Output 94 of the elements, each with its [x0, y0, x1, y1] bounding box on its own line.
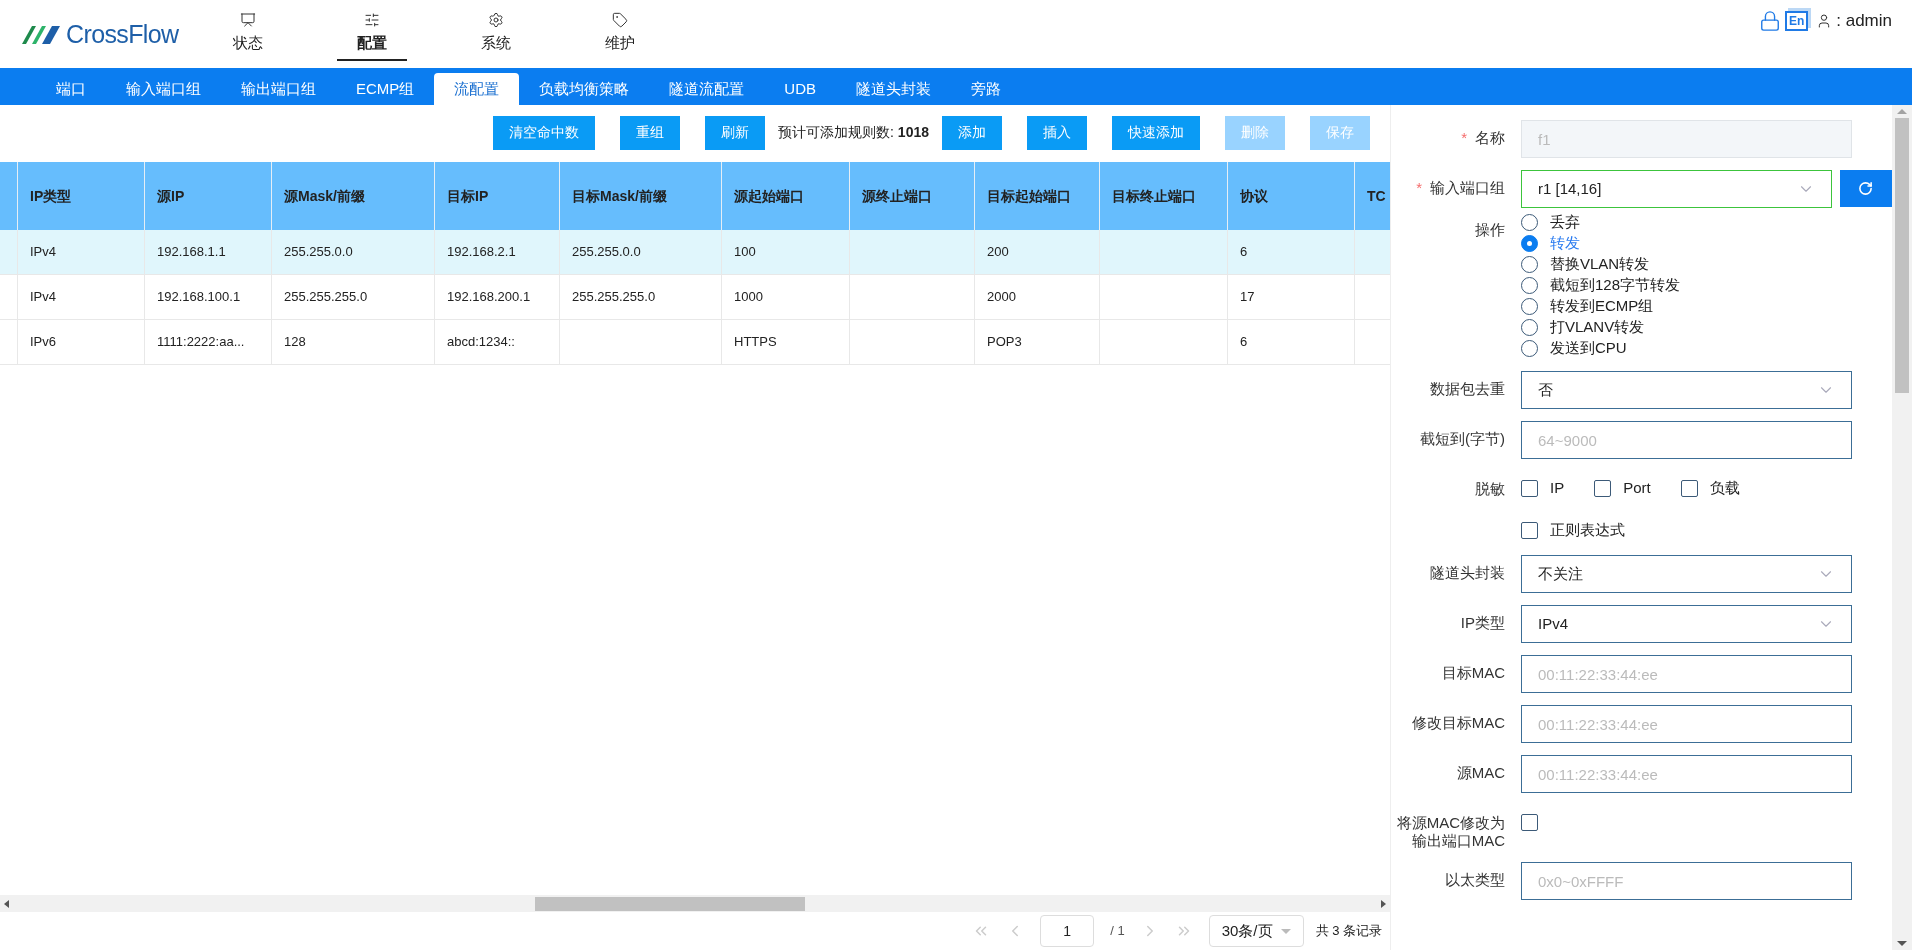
field-label: 目标MAC: [1441, 664, 1505, 682]
tab[interactable]: UDB: [764, 73, 836, 105]
table-cell-text: 100: [734, 243, 756, 262]
field-label: 以太类型: [1445, 871, 1505, 889]
field-label: 截短到(字节): [1420, 430, 1505, 448]
field-label: 脱敏: [1475, 480, 1505, 498]
page-total: / 1: [1110, 922, 1125, 941]
lock-icon[interactable]: [1758, 9, 1781, 32]
tab[interactable]: 旁路: [951, 73, 1021, 105]
input-field[interactable]: 00:11:22:33:44:ee: [1521, 755, 1852, 793]
username: : admin: [1836, 10, 1892, 32]
table-row[interactable]: IPv4 192.168.1.1 255.255.0.0 192.168.2.1 255.255.0.0 100 200 6: [0, 230, 1390, 275]
table-cell-text: IPv4: [30, 243, 56, 262]
tab[interactable]: 隧道流配置: [649, 73, 765, 105]
tab[interactable]: 流配置: [434, 73, 520, 105]
table-cell-text: POP3: [987, 333, 1022, 352]
table-row[interactable]: IPv6 1111:2222:aa... 128 abcd:1234:: HTTPS POP3 6: [0, 320, 1390, 365]
table-cell-text: 192.168.1.1: [157, 243, 226, 262]
table-cell-text: abcd:1234::: [447, 333, 515, 352]
table-cell-text: 1111:2222:aa...: [157, 333, 245, 352]
required-mark: *: [1461, 129, 1467, 147]
select-field[interactable]: 否: [1521, 371, 1852, 409]
logo-mark-icon: [20, 23, 62, 46]
tab[interactable]: 隧道头封装: [836, 73, 951, 105]
input-field[interactable]: 64~9000: [1521, 421, 1852, 459]
table-cell-text: 255.255.0.0: [284, 243, 353, 262]
table-cell-text: 255.255.255.0: [572, 288, 656, 307]
tab[interactable]: ECMP组: [336, 73, 435, 105]
table-cell-text: 2000: [987, 288, 1016, 307]
required-mark: *: [1416, 179, 1422, 197]
input-field[interactable]: 0x0~0xFFFF: [1521, 862, 1852, 900]
input-field[interactable]: 00:11:22:33:44:ee: [1521, 705, 1852, 743]
refresh-button[interactable]: [1839, 170, 1892, 207]
table-cell-text: 192.168.100.1: [157, 288, 241, 307]
radio-option[interactable]: 转发: [1521, 233, 1681, 254]
field-label: 输入端口组: [1430, 179, 1505, 197]
table-cell-text: 1000: [734, 288, 763, 307]
language-button[interactable]: En: [1784, 10, 1809, 31]
table-cell-text: 192.168.200.1: [447, 288, 531, 307]
table-cell-text: IPv4: [30, 288, 56, 307]
radio-option[interactable]: 截短到128字节转发: [1521, 275, 1681, 296]
table-cell-text: HTTPS: [734, 333, 777, 352]
table-cell-text: 192.168.2.1: [447, 243, 516, 262]
select-field[interactable]: 不关注: [1521, 555, 1852, 593]
tab[interactable]: 端口: [36, 73, 106, 105]
checkbox-option[interactable]: 负载: [1680, 476, 1740, 500]
field-label: 源MAC: [1456, 764, 1505, 782]
table-cell-text: IPv6: [30, 333, 56, 352]
nav-item[interactable]: 维护: [558, 8, 683, 65]
radio-option[interactable]: 替换VLAN转发: [1521, 254, 1681, 275]
gear-icon: [488, 12, 505, 28]
checkbox-option[interactable]: Port: [1594, 476, 1651, 500]
radio-option[interactable]: 转发到ECMP组: [1521, 296, 1681, 317]
radio-option[interactable]: 发送到CPU: [1521, 338, 1681, 359]
table-row[interactable]: IPv4 192.168.100.1 255.255.255.0 192.168.200.1 255.255.255.0 1000 2000 17: [0, 275, 1390, 320]
tag-icon: [612, 12, 629, 28]
nav-item[interactable]: 状态: [186, 8, 311, 65]
refresh-icon: [1858, 181, 1874, 196]
table-cell-text: 17: [1240, 288, 1255, 307]
presentation-icon: [240, 12, 257, 28]
table-cell-text: 6: [1240, 333, 1248, 352]
nav-item[interactable]: 配置: [310, 8, 435, 65]
page-size-select[interactable]: 30条/页: [1208, 915, 1304, 947]
field-label: 操作: [1475, 221, 1505, 239]
checkbox-option[interactable]: 正则表达式: [1521, 518, 1625, 542]
table-cell-text: 200: [987, 243, 1009, 262]
input-field[interactable]: 00:11:22:33:44:ee: [1521, 655, 1852, 693]
select-field[interactable]: r1 [14,16]: [1521, 170, 1832, 208]
field-label: 名称: [1475, 129, 1505, 147]
tab[interactable]: 输出端口组: [221, 73, 336, 105]
vertical-scrollbar[interactable]: [1892, 105, 1912, 950]
table-cell-text: 128: [284, 333, 306, 352]
checkbox-option[interactable]: IP: [1521, 476, 1565, 500]
table-cell-text: 6: [1240, 243, 1248, 262]
horizontal-scrollbar[interactable]: [0, 895, 1390, 912]
radio-option[interactable]: 丢弃: [1521, 212, 1681, 233]
select-field[interactable]: IPv4: [1521, 605, 1852, 643]
field-label: 数据包去重: [1430, 380, 1505, 398]
table-cell-text: 255.255.0.0: [572, 243, 641, 262]
nav-item[interactable]: 系统: [434, 8, 559, 65]
tab[interactable]: 负载均衡策略: [519, 73, 650, 105]
field-label: 隧道头封装: [1430, 564, 1505, 582]
checkbox[interactable]: [1521, 814, 1538, 831]
table-cell-text: 255.255.255.0: [284, 288, 368, 307]
field-label: 将源MAC修改为输出端口MAC: [1395, 814, 1505, 850]
record-count: 共 3 条记录: [1315, 922, 1382, 941]
field-label: 修改目标MAC: [1411, 714, 1505, 732]
tab[interactable]: 输入端口组: [106, 73, 221, 105]
page-field[interactable]: 1: [1040, 915, 1095, 947]
field-label: IP类型: [1460, 614, 1505, 632]
sliders-icon: [364, 12, 381, 28]
logo-text: CrossFlow: [66, 19, 179, 50]
rule-count-text: 预计可添加规则数: 1018: [778, 123, 929, 142]
radio-option[interactable]: 打VLANV转发: [1521, 317, 1681, 338]
